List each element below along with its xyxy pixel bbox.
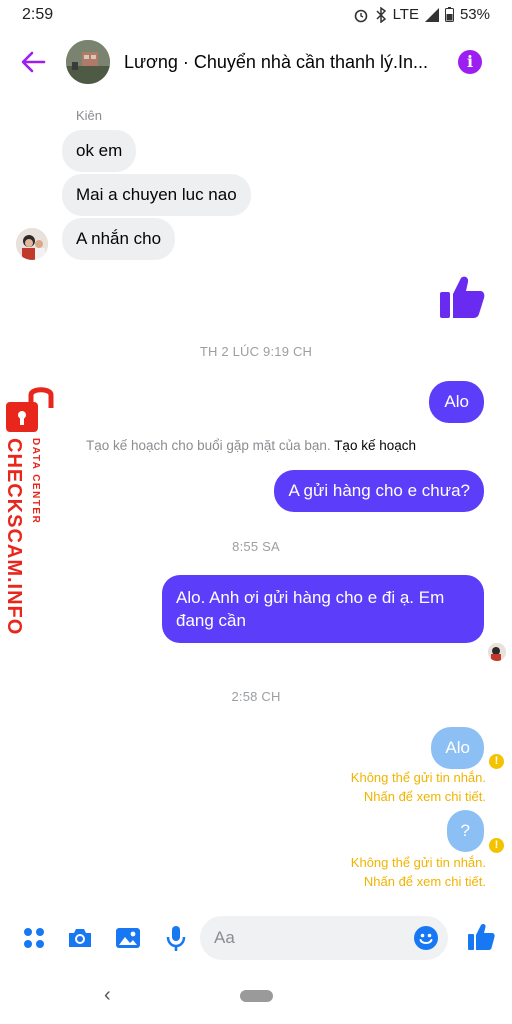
error-line: Nhấn để xem chi tiết. — [363, 789, 486, 804]
error-line: Không thể gửi tin nhắn. — [350, 855, 486, 870]
like-button[interactable] — [466, 922, 495, 950]
watermark-tag: DATA CENTER — [30, 438, 41, 525]
system-nav-bar: ‹ — [0, 972, 512, 1024]
signal-icon — [424, 7, 439, 22]
image-icon — [116, 928, 140, 948]
grid-dots-icon — [24, 928, 44, 948]
incoming-message[interactable]: ok em — [62, 130, 137, 172]
battery-percent: 53% — [459, 6, 490, 23]
watermark-brand: CHECKSCAM.INFO — [3, 438, 25, 636]
incoming-message[interactable]: Mai a chuyen luc nao — [62, 174, 251, 216]
outgoing-message[interactable]: Alo — [429, 381, 484, 423]
create-plan-link[interactable]: Tạo kế hoạch — [334, 438, 416, 453]
gallery-button[interactable] — [114, 924, 142, 952]
back-button[interactable] — [20, 50, 46, 74]
chat-title[interactable]: Lương · Chuyển nhà cần thanh lý.In... — [124, 52, 442, 73]
composer — [0, 910, 512, 966]
thumbs-up-sticker[interactable] — [438, 274, 486, 320]
timestamp: TH 2 LÚC 9:19 CH — [199, 344, 313, 359]
timestamp: 8:55 SA — [232, 539, 280, 554]
message-input[interactable] — [214, 916, 404, 960]
warning-icon[interactable]: ! — [489, 754, 504, 769]
plan-prompt: Tạo kế hoạch cho buổi gặp mặt của bạn. — [86, 438, 331, 453]
camera-button[interactable] — [66, 924, 94, 952]
status-bar: 2:59 LTE 53% — [0, 0, 512, 30]
seen-avatar — [488, 643, 506, 661]
sender-avatar[interactable] — [16, 228, 48, 260]
message-line: đang cần — [176, 611, 246, 630]
send-error[interactable]: Không thể gửi tin nhắn. Nhấn để xem chi … — [351, 853, 486, 891]
warning-icon[interactable]: ! — [489, 838, 504, 853]
timestamp: 2:58 CH — [231, 689, 281, 704]
error-line: Nhấn để xem chi tiết. — [363, 874, 486, 889]
message-line: Alo. Anh ơi gửi hàng cho e đi ạ. Em — [176, 588, 445, 607]
incoming-message[interactable]: A nhắn cho — [62, 218, 176, 260]
thumbs-up-icon — [468, 923, 495, 950]
nav-home-pill[interactable] — [240, 990, 273, 1002]
emoji-button[interactable] — [414, 926, 438, 950]
lock-icon — [6, 387, 54, 432]
failed-message[interactable]: Alo — [431, 727, 484, 769]
chat-header: Lương · Chuyển nhà cần thanh lý.In... i — [0, 30, 512, 94]
status-time: 2:59 — [22, 6, 54, 23]
thumbs-up-icon — [440, 276, 485, 318]
alarm-icon — [353, 7, 369, 23]
message-input-wrap — [200, 916, 448, 960]
more-actions-button[interactable] — [20, 924, 48, 952]
group-avatar[interactable] — [66, 40, 110, 84]
send-error[interactable]: Không thể gửi tin nhắn. Nhấn để xem chi … — [351, 768, 486, 806]
chevron-left-icon: ‹ — [104, 984, 111, 1006]
outgoing-message[interactable]: Alo. Anh ơi gửi hàng cho e đi ạ. Em đang… — [162, 575, 484, 643]
plan-suggestion: Tạo kế hoạch cho buổi gặp mặt của bạn. T… — [86, 438, 416, 453]
nav-back-button[interactable]: ‹ — [104, 984, 111, 1007]
outgoing-message[interactable]: A gửi hàng cho e chưa? — [274, 470, 484, 512]
bluetooth-icon — [375, 6, 387, 23]
sender-name: Kiên — [76, 108, 103, 123]
voice-button[interactable] — [162, 924, 190, 952]
back-arrow-icon — [21, 51, 46, 73]
watermark: CHECKSCAM.INFO DATA CENTER — [0, 384, 60, 644]
status-icons: LTE 53% — [353, 6, 490, 23]
error-line: Không thể gửi tin nhắn. — [350, 770, 486, 785]
camera-icon — [69, 929, 91, 947]
network-label: LTE — [392, 6, 419, 23]
battery-icon — [444, 7, 454, 22]
smiley-icon — [419, 933, 433, 944]
microphone-icon — [166, 926, 186, 951]
info-button[interactable]: i — [458, 50, 482, 74]
failed-message[interactable]: ? — [446, 810, 484, 852]
info-icon: i — [466, 52, 474, 71]
